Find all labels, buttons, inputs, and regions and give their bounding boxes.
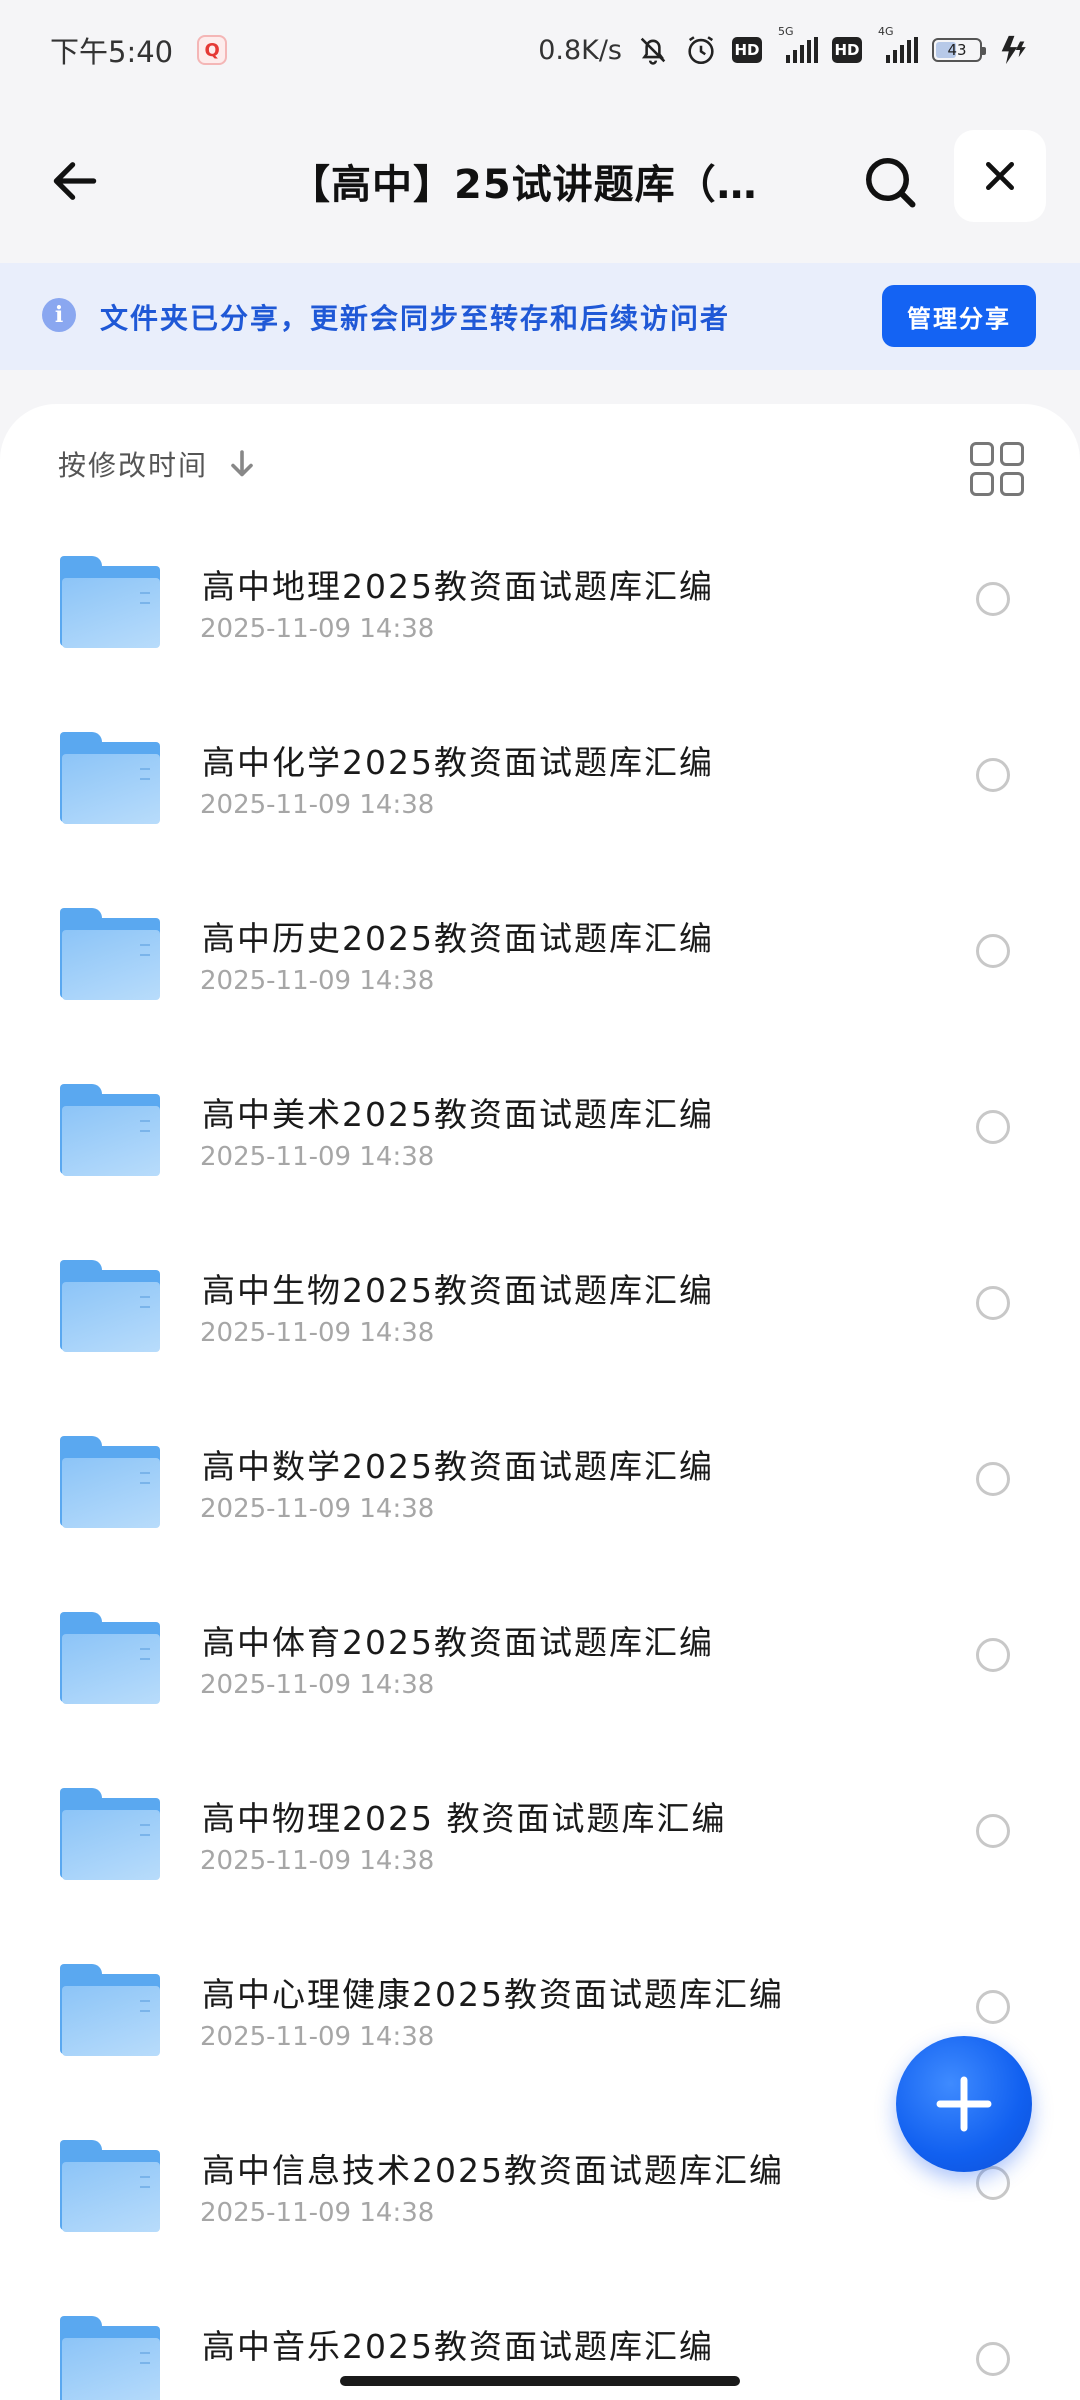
folder-icon xyxy=(60,1964,160,2056)
home-indicator[interactable] xyxy=(340,2376,740,2386)
select-radio[interactable] xyxy=(976,582,1010,616)
plus-icon xyxy=(936,2076,992,2132)
file-name: 高中信息技术2025教资面试题库汇编 xyxy=(202,2151,784,2190)
list-item[interactable]: 高中历史2025教资面试题库汇编 2025-11-09 14:38 xyxy=(0,866,1080,1042)
select-radio[interactable] xyxy=(976,934,1010,968)
signal-sim2: 4G xyxy=(876,25,918,63)
charging-icon xyxy=(1001,35,1026,65)
folder-icon xyxy=(60,1260,160,1352)
list-item[interactable]: 高中数学2025教资面试题库汇编 2025-11-09 14:38 xyxy=(0,1394,1080,1570)
file-date: 2025-11-09 14:38 xyxy=(200,1670,435,1700)
list-item[interactable]: 高中地理2025教资面试题库汇编 2025-11-09 14:38 xyxy=(0,514,1080,690)
file-date: 2025-11-09 14:38 xyxy=(200,1142,435,1172)
manage-share-button[interactable]: 管理分享 xyxy=(882,285,1036,347)
file-name: 高中生物2025教资面试题库汇编 xyxy=(202,1271,714,1310)
list-item[interactable]: 高中体育2025教资面试题库汇编 2025-11-09 14:38 xyxy=(0,1570,1080,1746)
file-date: 2025-11-09 14:38 xyxy=(200,1318,435,1348)
select-radio[interactable] xyxy=(976,1462,1010,1496)
folder-icon xyxy=(60,2140,160,2232)
battery-icon: 43 xyxy=(932,38,986,62)
file-name: 高中数学2025教资面试题库汇编 xyxy=(202,1447,714,1486)
grid-view-icon xyxy=(970,442,994,466)
signal-bars-icon xyxy=(786,37,818,63)
grid-view-button[interactable] xyxy=(970,442,1024,496)
folder-icon xyxy=(60,1436,160,1528)
arrow-left-icon xyxy=(53,162,97,200)
file-name: 高中地理2025教资面试题库汇编 xyxy=(202,567,714,606)
status-left: 下午5:40 Q xyxy=(50,29,228,71)
list-item[interactable]: 高中物理2025 教资面试题库汇编 2025-11-09 14:38 xyxy=(0,1746,1080,1922)
list-item[interactable]: 高中美术2025教资面试题库汇编 2025-11-09 14:38 xyxy=(0,1042,1080,1218)
select-radio[interactable] xyxy=(976,1990,1010,2024)
search-icon xyxy=(866,158,916,208)
file-date: 2025-11-09 14:38 xyxy=(200,614,435,644)
file-date: 2025-11-09 14:38 xyxy=(200,2198,435,2228)
file-date: 2025-11-09 14:38 xyxy=(200,790,435,820)
notification-app-icon: Q xyxy=(197,35,228,65)
alarm-icon xyxy=(688,36,714,65)
sort-control[interactable]: 按修改时间 xyxy=(58,444,260,484)
signal-sim1: 5G xyxy=(776,25,818,63)
select-radio[interactable] xyxy=(976,1814,1010,1848)
net-speed: 0.8K/s xyxy=(538,34,622,66)
signal-bars-icon xyxy=(886,37,918,63)
folder-icon xyxy=(60,908,160,1000)
page-title: 【高中】25试讲题库（… xyxy=(290,162,758,208)
file-date: 2025-11-09 14:38 xyxy=(200,2022,435,2052)
close-icon xyxy=(986,162,1014,190)
file-name: 高中美术2025教资面试题库汇编 xyxy=(202,1095,714,1134)
battery-level: 43 xyxy=(947,41,967,59)
file-name: 高中历史2025教资面试题库汇编 xyxy=(202,919,714,958)
close-button[interactable] xyxy=(954,130,1046,222)
select-radio[interactable] xyxy=(976,2342,1010,2376)
file-name: 高中体育2025教资面试题库汇编 xyxy=(202,1623,714,1662)
file-name: 高中物理2025 教资面试题库汇编 xyxy=(202,1799,727,1838)
folder-icon xyxy=(60,1084,160,1176)
file-date: 2025-11-09 14:38 xyxy=(200,1494,435,1524)
list-item[interactable]: 高中化学2025教资面试题库汇编 2025-11-09 14:38 xyxy=(0,690,1080,866)
arrow-down-icon xyxy=(231,450,253,477)
header: 【高中】25试讲题库（… xyxy=(0,100,1080,260)
folder-icon xyxy=(60,2316,160,2400)
info-icon: i xyxy=(42,298,76,332)
file-name: 高中化学2025教资面试题库汇编 xyxy=(202,743,714,782)
sort-label: 按修改时间 xyxy=(58,449,209,482)
back-button[interactable] xyxy=(40,146,110,216)
status-right: 0.8K/s HD 5G HD 4G 43 xyxy=(538,25,1030,67)
screen: 下午5:40 Q 0.8K/s HD 5G HD 4G 43 【高中】25试讲题… xyxy=(0,0,1080,2400)
folder-icon xyxy=(60,556,160,648)
share-banner-text: 文件夹已分享，更新会同步至转存和后续访问者 xyxy=(100,302,731,335)
select-radio[interactable] xyxy=(976,1110,1010,1144)
status-time: 下午5:40 xyxy=(50,35,174,69)
hd-badge-1: HD xyxy=(732,37,762,63)
hd-badge-2: HD xyxy=(832,37,862,63)
select-radio[interactable] xyxy=(976,1638,1010,1672)
file-name: 高中音乐2025教资面试题库汇编 xyxy=(202,2327,714,2366)
folder-icon xyxy=(60,732,160,824)
sim1-network-type: 5G xyxy=(778,25,794,38)
search-button[interactable] xyxy=(852,144,928,220)
mute-bell-icon xyxy=(640,37,666,65)
select-radio[interactable] xyxy=(976,1286,1010,1320)
select-radio[interactable] xyxy=(976,758,1010,792)
file-date: 2025-11-09 14:38 xyxy=(200,1846,435,1876)
list-item[interactable]: 高中生物2025教资面试题库汇编 2025-11-09 14:38 xyxy=(0,1218,1080,1394)
sim2-network-type: 4G xyxy=(878,25,894,38)
file-date: 2025-11-09 14:38 xyxy=(200,966,435,996)
add-button[interactable] xyxy=(896,2036,1032,2172)
share-banner: i 文件夹已分享，更新会同步至转存和后续访问者 管理分享 xyxy=(0,263,1080,370)
select-radio[interactable] xyxy=(976,2166,1010,2200)
folder-icon xyxy=(60,1612,160,1704)
file-name: 高中心理健康2025教资面试题库汇编 xyxy=(202,1975,784,2014)
status-bar: 下午5:40 Q 0.8K/s HD 5G HD 4G 43 xyxy=(0,0,1080,100)
folder-icon xyxy=(60,1788,160,1880)
